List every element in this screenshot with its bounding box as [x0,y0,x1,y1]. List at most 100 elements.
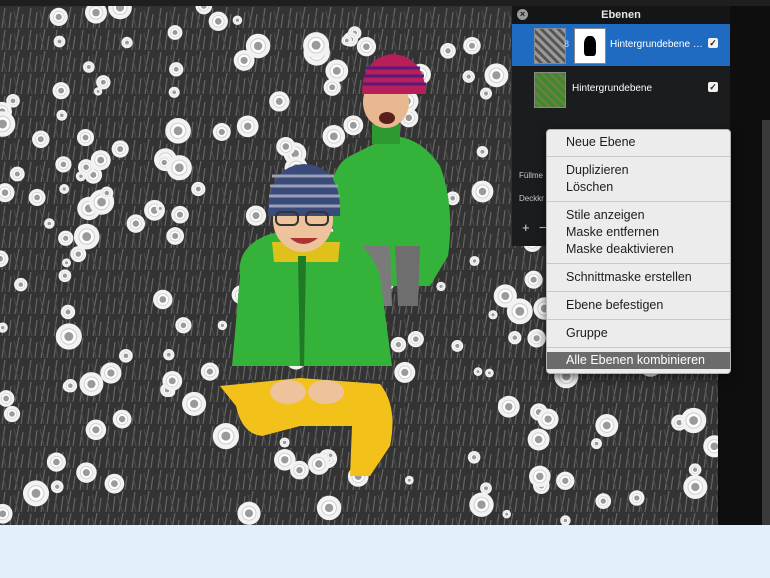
daisy [322,78,342,97]
daisy [594,413,620,438]
menu-item-duplicate[interactable]: Duplizieren [566,163,629,177]
layer-mask-thumbnail[interactable] [574,28,606,64]
daisy [528,464,552,488]
daisy [479,87,493,100]
scrollbar-track[interactable] [762,120,770,525]
add-layer-button[interactable]: + [522,220,530,235]
daisy [162,348,175,361]
daisy [51,81,71,100]
menu-separator [547,291,730,292]
daisy [484,368,495,378]
layer-name: Hintergrundebene … [610,39,703,50]
menu-separator [547,156,730,157]
daisy [302,31,331,60]
daisy [469,255,480,267]
daisy [118,348,134,364]
daisy [341,34,353,47]
daisy [31,129,51,149]
opacity-label: Deckkr [519,194,544,203]
daisy [236,500,262,525]
daisy [342,114,364,136]
daisy [393,361,417,384]
daisy [479,481,493,495]
menu-item-new-layer[interactable]: Neue Ebene [566,135,636,149]
daisy [236,114,260,138]
daisy [680,406,708,435]
layer-thumbnail [534,72,566,108]
menu-item-lock-layer[interactable]: Ebene befestigen [566,298,663,312]
daisy [321,124,346,149]
daisy [279,437,291,448]
visibility-checkbox-icon[interactable]: ✓ [708,82,718,92]
daisy [526,328,547,349]
daisy [232,15,243,26]
menu-item-delete[interactable]: Löschen [566,180,613,194]
daisy [273,448,297,472]
menu-item-remove-mask[interactable]: Maske entfernen [566,225,659,239]
menu-item-merge-all-layers[interactable]: Alle Ebenen kombinieren [566,353,705,367]
daisy [103,473,125,495]
daisy [170,205,190,225]
menu-item-disable-mask[interactable]: Maske deaktivieren [566,242,674,256]
daisy [99,186,114,200]
daisy [462,69,476,84]
daisy [483,62,510,89]
daisy [152,289,174,310]
daisy [76,128,95,147]
daisy [324,58,350,84]
daisy [89,149,112,171]
daisy [404,475,415,485]
daisy [212,122,232,142]
layers-panel-header: Ebenen [512,6,730,24]
daisy [61,258,72,268]
daisy [168,61,184,77]
daisy [53,35,66,48]
panel-title: Ebenen [601,9,641,21]
menu-item-group[interactable]: Gruppe [566,326,608,340]
daisy [165,226,185,246]
daisy [628,489,646,507]
daisy [50,479,65,494]
daisy [63,378,78,393]
daisy [476,145,489,158]
fill-mode-label: Füllme [519,171,544,180]
daisy [174,316,193,334]
daisy [95,74,112,91]
daisy [688,462,702,477]
daisy [470,179,495,204]
link-icon[interactable]: 8 [564,39,569,49]
daisy [58,268,72,283]
menu-item-show-styles[interactable]: Stile anzeigen [566,208,645,222]
daisy [315,494,343,522]
menu-separator [547,263,730,264]
daisy [75,461,98,484]
daisy [356,36,377,58]
daisy [450,339,464,353]
daisy [200,361,220,382]
daisy [120,36,134,49]
daisy [492,283,518,309]
daisy [78,371,105,397]
daisy [58,183,70,195]
visibility-checkbox-icon[interactable]: ✓ [708,38,718,48]
daisy [22,479,50,508]
menu-item-create-clipping-mask[interactable]: Schnittmaske erstellen [566,270,692,284]
daisy [84,418,107,441]
daisy [165,154,193,182]
layer-row-masked[interactable]: 8 Hintergrundebene … ✓ [512,24,730,66]
daisy [211,422,240,451]
daisy [69,245,87,263]
daisy [325,449,337,461]
daisy [682,474,709,500]
layer-name: Hintergrundebene [572,83,653,94]
daisy [9,166,26,182]
menu-separator [547,347,730,348]
layer-row-background[interactable]: Hintergrundebene ✓ [512,68,730,110]
daisy [245,204,267,227]
daisy [473,366,483,377]
layer-thumbnail [534,28,566,64]
daisy [43,217,55,230]
daisy [502,509,512,519]
close-icon[interactable]: × [517,9,528,20]
daisy [112,409,133,430]
